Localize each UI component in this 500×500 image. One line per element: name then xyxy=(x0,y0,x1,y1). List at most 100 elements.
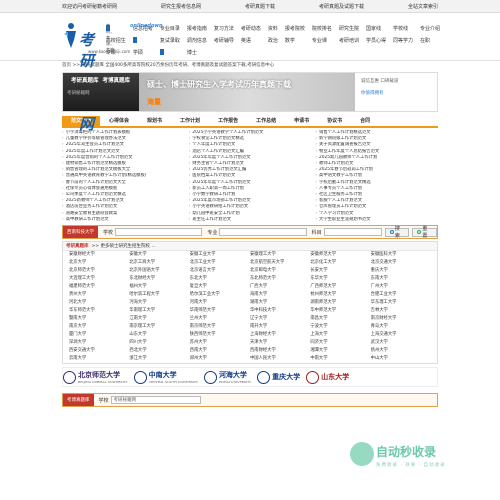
school-link[interactable]: 西安交通大学 xyxy=(69,347,129,355)
top-link-4[interactable]: 全站文章索引 xyxy=(408,3,438,10)
school-link[interactable]: 厦门大学 xyxy=(69,331,129,339)
school-link[interactable]: 河北大学 xyxy=(69,299,129,307)
school-link[interactable]: 青岛大学 xyxy=(371,323,431,331)
school-link[interactable]: 福州大学 xyxy=(129,283,189,291)
school-link[interactable]: 湖南师范大学 xyxy=(310,299,370,307)
school-link[interactable]: 重庆大学 xyxy=(371,267,431,275)
school-link[interactable]: 贵州大学 xyxy=(69,291,129,299)
subject-input[interactable] xyxy=(323,228,382,237)
school-link[interactable]: 陕西师范大学 xyxy=(190,331,250,339)
school-link[interactable]: 中山大学 xyxy=(371,355,431,363)
university-logo[interactable]: 山东大学 xyxy=(306,370,349,384)
school-link[interactable]: 南京师范大学 xyxy=(190,323,250,331)
school-link[interactable]: 南京财经大学 xyxy=(371,315,431,323)
school-link[interactable]: 北京师范大学 xyxy=(69,267,129,275)
school-link[interactable]: 南京大学 xyxy=(69,323,129,331)
school-link[interactable]: 安徽医科大学 xyxy=(371,251,431,259)
school-link[interactable]: 哈尔滨工业大学 xyxy=(190,291,250,299)
school-link[interactable]: 华中科技大学 xyxy=(250,307,310,315)
school-link[interactable]: 华南师范大学 xyxy=(190,307,250,315)
school-link[interactable]: 东南大学 xyxy=(371,275,431,283)
school-link[interactable]: 云南大学 xyxy=(69,355,129,363)
nav-item[interactable]: 资料 xyxy=(268,25,278,32)
school-link[interactable]: 福建师范大学 xyxy=(69,283,129,291)
school-link[interactable]: 郑州大学 xyxy=(190,355,250,363)
nav-item[interactable]: 复习方法 xyxy=(214,25,234,32)
school-link[interactable]: 北京交通大学 xyxy=(371,259,431,267)
tab-baogao[interactable]: 工作报告 xyxy=(209,116,247,126)
school-link[interactable]: 宁波大学 xyxy=(310,323,370,331)
university-logo[interactable]: 北京师范大学 BEIJING NORMAL UNIVERSITY xyxy=(63,370,128,384)
phd-school-input[interactable]: 考研秘籍网 xyxy=(110,396,201,405)
school-link[interactable]: 江南大学 xyxy=(129,315,189,323)
nav-item[interactable]: 政治 xyxy=(268,37,278,44)
school-link[interactable]: 山东大学 xyxy=(129,331,189,339)
school-link[interactable]: 上海财经大学 xyxy=(250,331,310,339)
school-link[interactable]: 上海大学 xyxy=(310,331,370,339)
nav-item[interactable]: 同等学力 xyxy=(393,37,413,44)
school-link[interactable]: 华南理工大学 xyxy=(129,307,189,315)
nav-item[interactable]: 考研辅导 xyxy=(214,37,234,44)
school-link[interactable]: 辽宁大学 xyxy=(250,315,310,323)
tab-xinde[interactable]: 心得体会 xyxy=(100,116,138,126)
school-link[interactable]: 西南大学 xyxy=(190,347,250,355)
school-link[interactable]: 湖南大学 xyxy=(250,299,310,307)
school-link[interactable]: 东北师范大学 xyxy=(250,275,310,283)
school-link[interactable]: 西南财经大学 xyxy=(250,347,310,355)
search-tab[interactable]: 西南科技大学 xyxy=(63,226,98,239)
school-link[interactable]: 东北大学 xyxy=(190,275,250,283)
school-link[interactable]: 浙江大学 xyxy=(129,355,189,363)
school-link[interactable]: 深圳大学 xyxy=(69,339,129,347)
university-logo[interactable]: 中南大学 CENTRAL SOUTH UNIVERSITY xyxy=(133,370,198,384)
nav-item[interactable]: 英语 xyxy=(241,37,261,44)
school-link[interactable]: 华东理工大学 xyxy=(371,299,431,307)
school-link[interactable]: 北京航空航天大学 xyxy=(250,259,310,267)
tab-zongjie[interactable]: 工作总结 xyxy=(247,116,285,126)
school-link[interactable]: 复旦大学 xyxy=(190,283,250,291)
nav-item[interactable]: 院校排名 xyxy=(312,25,332,32)
search-button[interactable]: 搜索 xyxy=(384,226,410,239)
nav-item[interactable]: 学员心得 xyxy=(366,37,386,44)
school-link[interactable]: 北京语言大学 xyxy=(190,267,250,275)
tab-hetong[interactable]: 合同 xyxy=(351,116,379,126)
school-link[interactable]: 南开大学 xyxy=(250,323,310,331)
school-link[interactable]: 南昌大学 xyxy=(310,315,370,323)
school-link[interactable]: 中南大学 xyxy=(310,355,370,363)
school-link[interactable]: 兰州大学 xyxy=(190,315,250,323)
tab-jihua[interactable]: 工作计划 xyxy=(171,116,209,126)
school-link[interactable]: 安徽师范大学 xyxy=(310,251,370,259)
school-link[interactable]: 扬州大学 xyxy=(371,347,431,355)
school-link[interactable]: 安徽理工大学 xyxy=(250,251,310,259)
school-link[interactable]: 暨南大学 xyxy=(69,315,129,323)
more-schools-link[interactable]: >> 更多硕士研究生招生院校 ... xyxy=(92,243,156,249)
nav-item[interactable]: 报考院校 xyxy=(285,25,305,32)
school-link[interactable]: 广西大学 xyxy=(250,283,310,291)
school-link[interactable]: 上海交通大学 xyxy=(371,331,431,339)
nav-item[interactable]: 数学 xyxy=(285,37,305,44)
school-link[interactable]: 天津大学 xyxy=(250,339,310,347)
school-link[interactable]: 北京化工大学 xyxy=(310,259,370,267)
nav-item[interactable]: 博士 xyxy=(187,49,207,56)
article-link[interactable]: 大学生职业生涯规划书范文 xyxy=(315,217,438,223)
school-link[interactable]: 大连理工大学 xyxy=(69,275,129,283)
school-link[interactable]: 武汉大学 xyxy=(371,339,431,347)
major-input[interactable] xyxy=(219,228,307,237)
school-link[interactable]: 北京邮电大学 xyxy=(250,267,310,275)
top-link-2[interactable]: 考研真题下载 xyxy=(245,3,275,10)
nav-item[interactable]: 在职 xyxy=(420,37,440,44)
nav-item[interactable]: 复试录取 xyxy=(160,37,180,44)
school-link[interactable]: 广州大学 xyxy=(371,283,431,291)
nav-item[interactable]: 研究生院 xyxy=(339,25,359,32)
site-logo[interactable]: 考研，考课，考编 onlinedown 考研秘籍网 www.kaoyanmiji… xyxy=(60,15,163,133)
school-link[interactable]: 东华大学 xyxy=(310,275,370,283)
school-input[interactable] xyxy=(115,228,203,237)
nav-item[interactable]: 考研培训 xyxy=(339,37,359,44)
school-link[interactable]: 四川大学 xyxy=(129,339,189,347)
school-link[interactable]: 合肥工业大学 xyxy=(371,291,431,299)
school-link[interactable]: 苏州大学 xyxy=(190,339,250,347)
nav-item[interactable]: 国家线 xyxy=(366,25,386,32)
school-link[interactable]: 北京大学 xyxy=(69,259,129,267)
nav-item[interactable]: 专业课 xyxy=(312,37,332,44)
nav-item[interactable]: 报考指南 xyxy=(187,25,207,32)
phd-search-tab[interactable]: 考博真题库 xyxy=(63,394,94,407)
